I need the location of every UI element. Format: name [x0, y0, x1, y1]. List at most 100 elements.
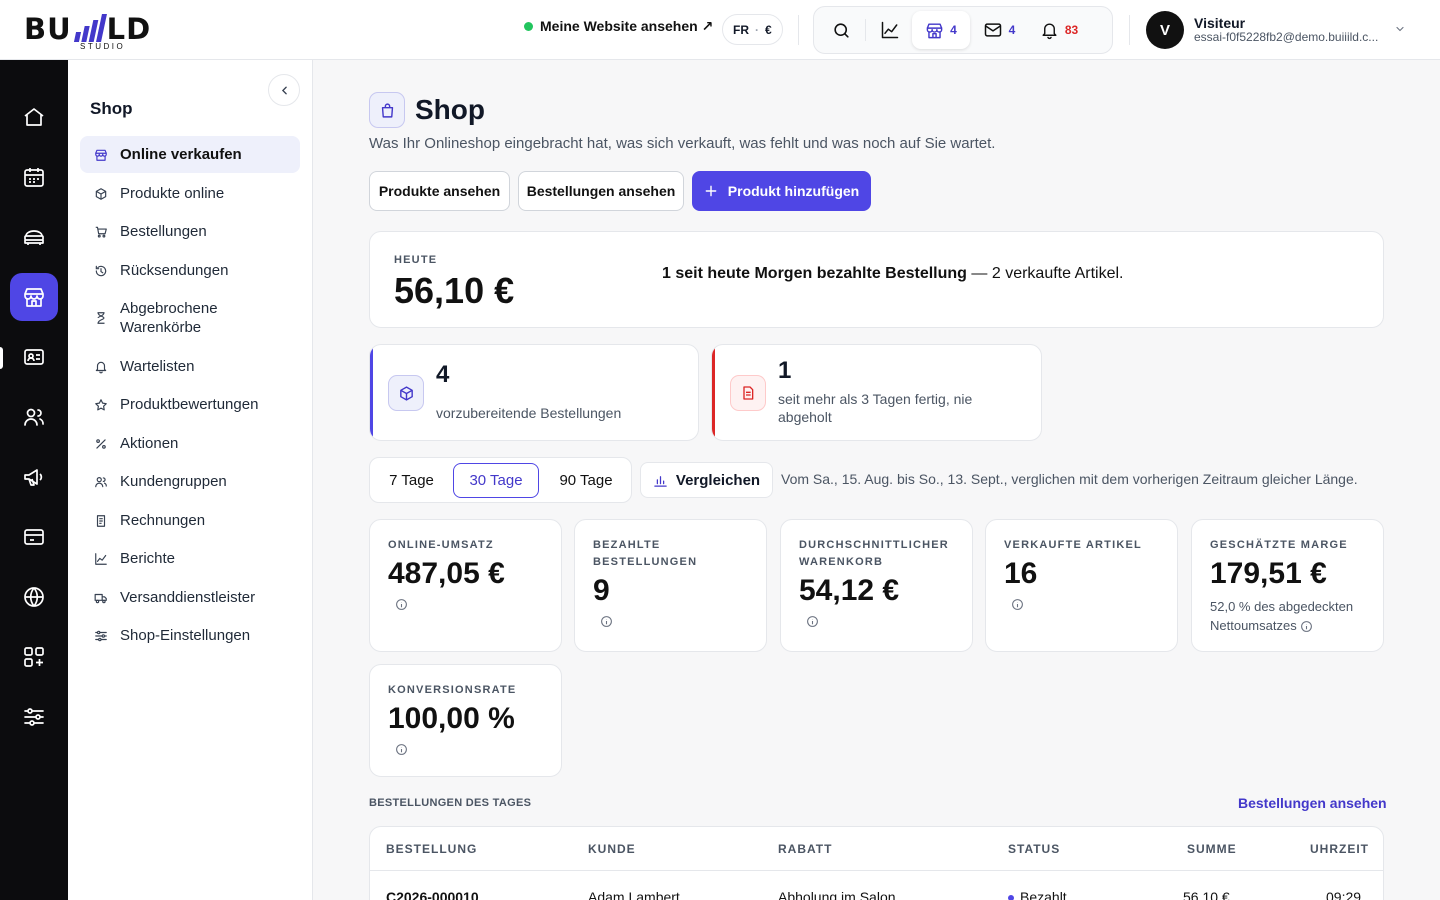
avatar: V	[1146, 11, 1184, 49]
mail-icon	[984, 23, 1001, 37]
statistics-button[interactable]	[868, 11, 912, 49]
language-currency-selector[interactable]: FR · €	[722, 14, 783, 45]
period-30-days[interactable]: 30 Tage	[453, 463, 539, 498]
rail-settings-button[interactable]	[10, 693, 58, 741]
section-title: BESTELLUNGEN DES TAGES	[369, 797, 532, 809]
sidebar-item-rechnungen[interactable]: Rechnungen	[80, 502, 300, 539]
kpi-paid-orders: BEZAHLTE BESTELLUNGEN 9	[574, 519, 767, 652]
column-header-status[interactable]: STATUS	[1008, 842, 1060, 856]
star-icon	[95, 398, 107, 410]
sidebar-item-produkte-online[interactable]: Produkte online	[80, 175, 300, 212]
info-icon[interactable]	[600, 615, 613, 628]
orders-to-prepare-card[interactable]: 4 vorzubereitende Bestellungen	[369, 344, 699, 441]
chart-line-icon	[881, 21, 899, 39]
globe-icon	[24, 587, 44, 607]
kpi-label: GESCHÄTZTE MARGE	[1210, 539, 1348, 551]
sidebar-item-abgebrochene-warenkoerbe[interactable]: Abgebrochene Warenkörbe	[80, 290, 300, 346]
sidebar-item-produktbewertungen[interactable]: Produktbewertungen	[80, 386, 300, 423]
kpi-estimated-margin: GESCHÄTZTE MARGE 179,51 € 52,0 % des abg…	[1191, 519, 1384, 652]
user-menu[interactable]: V Visiteur essai-f0f5228fb2@demo.buiiild…	[1146, 10, 1416, 50]
contact-card-icon	[24, 349, 44, 365]
rail-calendar-button[interactable]	[10, 153, 58, 201]
chevron-left-icon	[281, 86, 287, 94]
language-code: FR	[733, 22, 749, 37]
rail-apps-button[interactable]	[10, 633, 58, 681]
services-icon	[24, 230, 44, 245]
info-icon[interactable]	[806, 615, 819, 628]
alert-icon-badge	[388, 375, 424, 411]
period-7-days[interactable]: 7 Tage	[376, 463, 447, 498]
info-icon[interactable]	[1011, 598, 1024, 611]
calendar-icon	[24, 168, 44, 187]
view-orders-link[interactable]: Bestellungen ansehen	[1238, 795, 1387, 811]
today-summary: 1 seit heute Morgen bezahlte Bestellung …	[662, 265, 1123, 283]
kpi-value: 100,00 %	[388, 702, 515, 735]
online-status-dot	[524, 22, 533, 31]
kpi-label: BEZAHLTE BESTELLUNGEN	[593, 539, 698, 568]
rail-clients-button[interactable]	[10, 393, 58, 441]
column-header-customer[interactable]: KUNDE	[588, 842, 636, 856]
rail-marketing-button[interactable]	[10, 453, 58, 501]
compare-label: Vergleichen	[675, 471, 761, 489]
shop-orders-button[interactable]: 4	[912, 11, 970, 49]
rail-services-button[interactable]	[10, 213, 58, 261]
view-orders-button[interactable]: Bestellungen ansehen	[518, 171, 684, 211]
sliders-icon	[95, 630, 107, 641]
view-website-link[interactable]: Meine Website ansehen ↗	[524, 18, 713, 35]
sidebar-item-bestellungen[interactable]: Bestellungen	[80, 213, 300, 250]
storefront-icon	[926, 22, 943, 38]
orders-table: BESTELLUNG KUNDE RABATT STATUS SUMME UHR…	[369, 826, 1384, 900]
compare-button[interactable]: Vergleichen	[640, 462, 773, 498]
uncollected-orders-card[interactable]: 1 seit mehr als 3 Tagen fertig, nie abge…	[711, 344, 1042, 441]
quick-actions-group: 4 4 83	[813, 6, 1113, 54]
column-header-discount[interactable]: RABATT	[778, 842, 832, 856]
info-icon[interactable]	[1300, 620, 1313, 633]
kpi-label: KONVERSIONSRATE	[388, 684, 517, 696]
rail-contacts-button[interactable]	[10, 333, 58, 381]
document-icon	[743, 386, 754, 400]
sidebar-item-label: Wartelisten	[120, 358, 195, 375]
view-products-button[interactable]: Produkte ansehen	[369, 171, 510, 211]
order-total: 56,10 €	[1183, 889, 1230, 900]
sidebar-item-versanddienstleister[interactable]: Versanddienstleister	[80, 579, 300, 616]
column-header-total[interactable]: SUMME	[1187, 842, 1237, 856]
notifications-button[interactable]: 83	[1028, 11, 1090, 49]
order-number[interactable]: C2026-000010	[386, 889, 479, 900]
brand-logo[interactable]: BU LD STUDIO	[24, 8, 184, 52]
sidebar-item-online-verkaufen[interactable]: Online verkaufen	[80, 136, 300, 173]
sidebar-item-kundengruppen[interactable]: Kundengruppen	[80, 463, 300, 500]
info-icon[interactable]	[395, 743, 408, 756]
add-product-label: Produkt hinzufügen	[727, 183, 860, 199]
storefront-icon	[95, 149, 107, 161]
today-label: HEUTE	[394, 254, 438, 266]
sidebar-item-ruecksendungen[interactable]: Rücksendungen	[80, 252, 300, 289]
messages-button[interactable]: 4	[970, 11, 1028, 49]
kpi-average-basket: DURCHSCHNITTLICHER WARENKORB 54,12 €	[780, 519, 973, 652]
period-selector: 7 Tage 30 Tage 90 Tage	[369, 457, 632, 503]
rail-payments-button[interactable]	[10, 513, 58, 561]
sidebar-item-shop-einstellungen[interactable]: Shop-Einstellungen	[80, 617, 300, 654]
app-rail	[0, 60, 68, 900]
order-time: 09:29	[1326, 889, 1362, 900]
orders-to-prepare-count: 4	[436, 361, 450, 388]
rail-website-button[interactable]	[10, 573, 58, 621]
rail-shop-button[interactable]	[10, 273, 58, 321]
sidebar-item-aktionen[interactable]: Aktionen	[80, 425, 300, 462]
sidebar-item-wartelisten[interactable]: Wartelisten	[80, 348, 300, 385]
invoice-icon	[96, 514, 106, 527]
column-header-order[interactable]: BESTELLUNG	[386, 842, 477, 856]
hourglass-icon	[97, 312, 105, 324]
user-name: Visiteur	[1194, 15, 1246, 32]
add-product-button[interactable]: Produkt hinzufügen	[692, 171, 871, 211]
column-header-time[interactable]: UHRZEIT	[1310, 842, 1369, 856]
sidebar-item-berichte[interactable]: Berichte	[80, 540, 300, 577]
rail-home-button[interactable]	[10, 93, 58, 141]
logo-text-left: BU	[24, 12, 72, 46]
search-button[interactable]	[819, 11, 863, 49]
kpi-note-text: 52,0 % des abgedeckten Nettoumsatzes	[1210, 599, 1354, 633]
period-90-days[interactable]: 90 Tage	[546, 463, 626, 498]
customer-name: Adam Lambert	[588, 889, 680, 900]
info-icon[interactable]	[395, 598, 408, 611]
collapse-sidebar-button[interactable]	[268, 74, 300, 106]
active-rail-marker	[0, 347, 3, 369]
